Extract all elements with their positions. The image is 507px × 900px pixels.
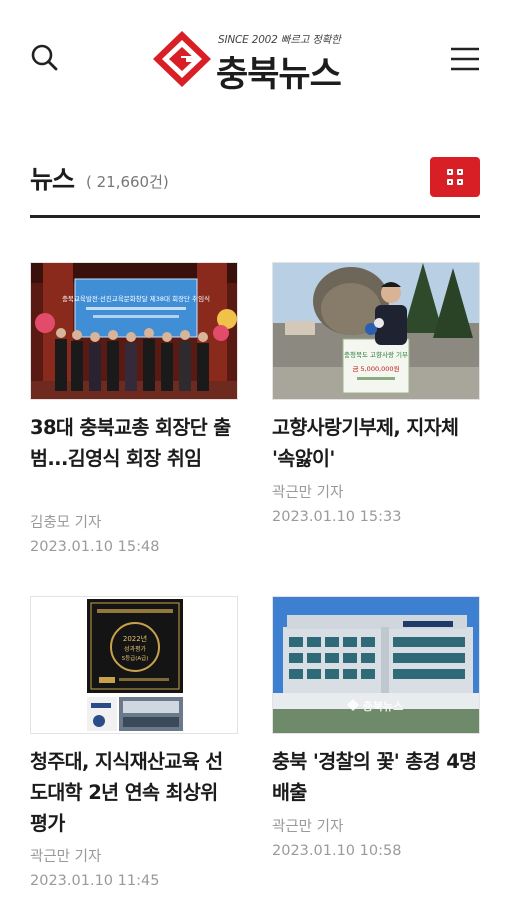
search-icon: [31, 44, 58, 71]
article-date: 2023.01.10 15:33: [272, 509, 402, 525]
sign-text-2: 금 5,000,000원: [352, 364, 399, 373]
logo-tagline: SINCE 2002 빠르고 정확한: [218, 34, 341, 46]
grid-view-button[interactable]: [430, 157, 480, 197]
logo-name: 충북뉴스: [216, 55, 342, 95]
article-title[interactable]: 고향사랑기부제, 지자체 '속앓이': [272, 412, 480, 474]
menu-button[interactable]: [448, 44, 482, 74]
award-plaque-image: 2022년 성과평가 S등급(A급): [31, 597, 237, 733]
section-header: 뉴스 ( 21,660건): [30, 156, 480, 218]
site-logo[interactable]: SINCE 2002 빠르고 정확한 충북뉴스: [152, 28, 362, 95]
watermark-text: 충북뉴스: [363, 699, 403, 713]
article-author: 곽근만 기자: [272, 819, 344, 835]
app-header: SINCE 2002 빠르고 정확한 충북뉴스: [0, 0, 507, 120]
article-date: 2023.01.10 10:58: [272, 843, 402, 859]
donation-photo: 충청북도 고향사랑 기부 금 5,000,000원: [273, 263, 479, 399]
article-author: 김충모 기자: [30, 515, 102, 531]
police-building-photo: 충북뉴스: [273, 597, 479, 733]
article-author: 곽근만 기자: [30, 849, 102, 865]
article-title[interactable]: 충북 '경찰의 꽃' 총경 4명 배출: [272, 746, 480, 808]
sign-text-1: 충청북도 고향사랑 기부: [344, 350, 408, 359]
article-date: 2023.01.10 15:48: [30, 539, 160, 555]
article-date: 2023.01.10 11:45: [30, 873, 160, 889]
article-thumbnail[interactable]: 충북뉴스: [272, 596, 480, 734]
article-title[interactable]: 청주대, 지식재산교육 선도대학 2년 연속 최상위 평가: [30, 746, 238, 839]
article-thumbnail[interactable]: 충북교육발전·선진교육문화창달 제38대 회장단 취임식: [30, 262, 238, 400]
ceremony-photo: 충북교육발전·선진교육문화창달 제38대 회장단 취임식: [31, 263, 237, 399]
logo-mark-icon: [153, 31, 211, 87]
article-count: ( 21,660건): [86, 173, 169, 191]
article-thumbnail[interactable]: 2022년 성과평가 S등급(A급): [30, 596, 238, 734]
menu-icon: [451, 47, 479, 71]
search-button[interactable]: [28, 42, 62, 76]
article-thumbnail[interactable]: 충청북도 고향사랑 기부 금 5,000,000원: [272, 262, 480, 400]
plaque-text-2: 성과평가: [124, 645, 147, 653]
article-author: 곽근만 기자: [272, 485, 344, 501]
banner-text: 충북교육발전·선진교육문화창달 제38대 회장단 취임식: [62, 294, 210, 303]
plaque-text-3: S등급(A급): [122, 655, 149, 662]
plaque-text-1: 2022년: [123, 634, 147, 643]
article-title[interactable]: 38대 충북교총 회장단 출범...김영식 회장 취임: [30, 412, 238, 474]
section-title: 뉴스: [30, 165, 75, 194]
